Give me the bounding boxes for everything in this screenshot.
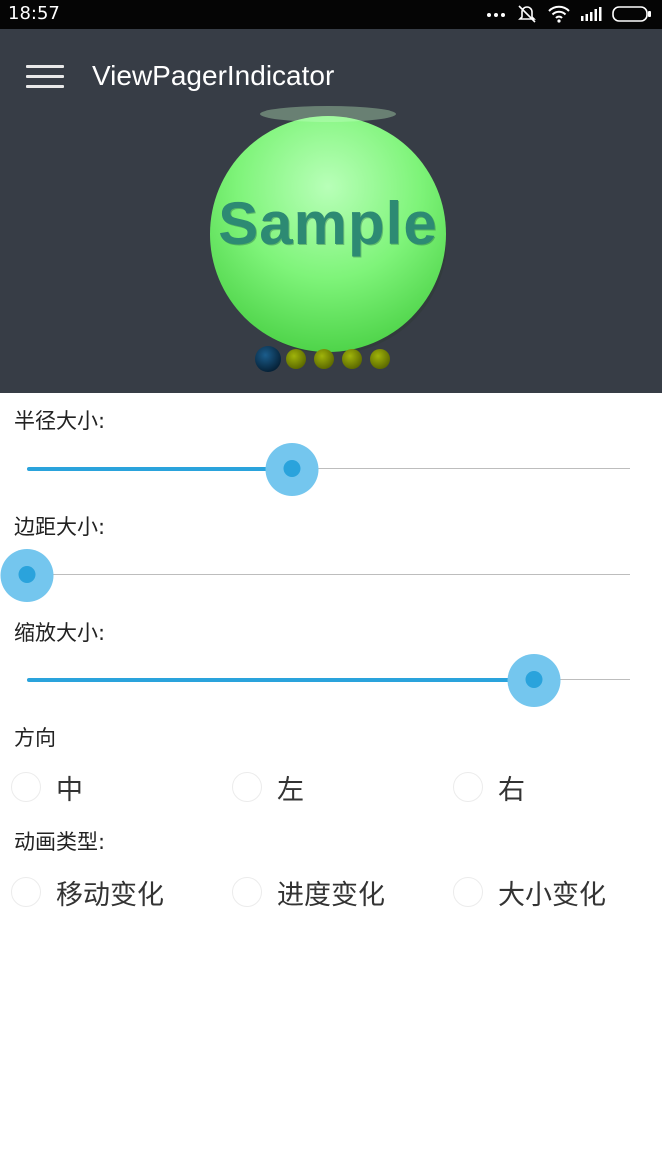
radio-label: 右 — [498, 774, 525, 806]
direction-radio-group: 中 左 右 — [0, 762, 662, 812]
direction-label: 方向 — [14, 726, 56, 750]
radio-label: 大小变化 — [498, 879, 606, 911]
status-icons — [486, 4, 652, 24]
direction-radio-center[interactable]: 中 — [11, 762, 83, 812]
radio-circle[interactable] — [11, 772, 41, 802]
app-title: ViewPagerIndicator — [92, 60, 335, 91]
more-dots-icon — [487, 13, 505, 17]
radio-label: 中 — [56, 774, 83, 806]
animation-radio-progress[interactable]: 进度变化 — [232, 867, 385, 917]
status-time: 18:57 — [8, 3, 60, 24]
radius-slider[interactable] — [0, 439, 662, 499]
margin-slider[interactable] — [0, 545, 662, 605]
animation-radio-group: 移动变化 进度变化 大小变化 — [0, 867, 662, 917]
page-indicator — [255, 346, 390, 372]
indicator-dot-5[interactable] — [370, 349, 390, 369]
animation-type-label: 动画类型: — [14, 830, 106, 854]
mute-icon — [518, 5, 536, 23]
status-bar: 18:57 — [0, 0, 662, 29]
indicator-dot-1[interactable] — [255, 346, 281, 372]
indicator-dot-3[interactable] — [314, 349, 334, 369]
direction-radio-right[interactable]: 右 — [453, 762, 525, 812]
radio-label: 移动变化 — [56, 879, 164, 911]
scale-slider[interactable] — [0, 650, 662, 710]
radio-label: 进度变化 — [277, 879, 385, 911]
wifi-icon — [548, 5, 570, 23]
hamburger-menu-icon[interactable] — [26, 65, 64, 89]
radio-circle[interactable] — [453, 877, 483, 907]
margin-label: 边距大小: — [14, 515, 106, 539]
animation-radio-size[interactable]: 大小变化 — [453, 867, 606, 917]
sample-text: Sample — [218, 190, 438, 257]
radio-circle[interactable] — [232, 877, 262, 907]
radius-label: 半径大小: — [14, 409, 106, 433]
animation-radio-move[interactable]: 移动变化 — [11, 867, 164, 917]
radio-circle[interactable] — [453, 772, 483, 802]
direction-radio-left[interactable]: 左 — [232, 762, 304, 812]
pager-image[interactable]: Sample — [210, 104, 447, 354]
signal-icon — [581, 7, 602, 21]
battery-icon — [612, 6, 651, 22]
radio-label: 左 — [277, 774, 304, 806]
indicator-dot-2[interactable] — [286, 349, 306, 369]
scale-label: 缩放大小: — [14, 621, 106, 645]
indicator-dot-4[interactable] — [342, 349, 362, 369]
radio-circle[interactable] — [11, 877, 41, 907]
radio-circle[interactable] — [232, 772, 262, 802]
